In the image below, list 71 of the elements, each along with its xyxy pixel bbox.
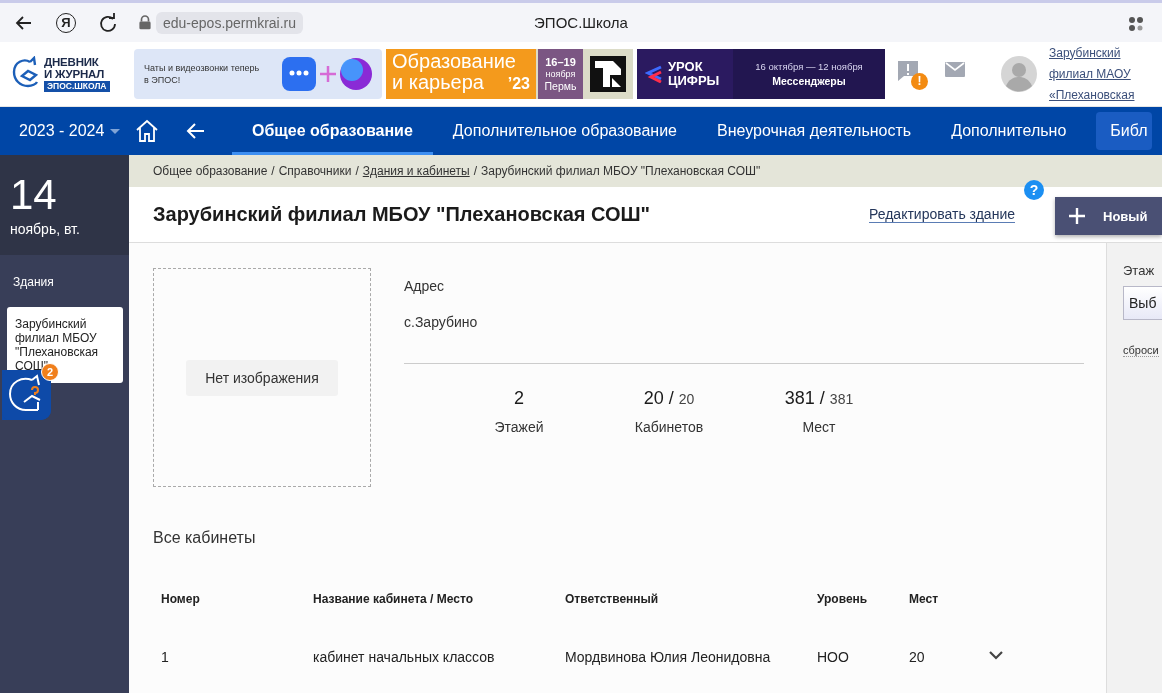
date-label: ноябрь, вт.: [10, 221, 81, 237]
address-label: Адрес: [404, 278, 446, 294]
chevron-down-icon[interactable]: [989, 651, 1003, 660]
library-button[interactable]: Библ: [1096, 112, 1152, 150]
breadcrumb-separator: /: [473, 164, 477, 178]
column-header: Уровень: [816, 592, 869, 606]
banner-topic: Мессенджеры: [772, 75, 846, 87]
edit-building-link[interactable]: Редактировать здание: [869, 206, 1015, 223]
stat-label: Мест: [802, 419, 836, 435]
banner-city: Пермь: [544, 80, 577, 92]
sidebar-heading: Здания: [13, 275, 55, 289]
column-header: Ответственный: [564, 592, 660, 606]
breadcrumb-item: Общее образование: [153, 164, 268, 178]
section-heading: Все кабинеты: [153, 529, 257, 547]
reload-icon[interactable]: [98, 12, 118, 33]
page-heading: Зарубинский филиал МБОУ "Плехановская СОШ": [153, 203, 652, 226]
notification-badge: !: [911, 73, 928, 90]
address-value: с.Зарубино: [404, 314, 479, 330]
banner-title: и карьера: [392, 72, 484, 93]
helper-button[interactable]: [2, 370, 51, 420]
no-image-label: Нет изображения: [186, 359, 338, 396]
breadcrumb-separator: /: [355, 164, 359, 178]
chevron-logo-icon: [645, 65, 663, 83]
banner-title: УРОК: [668, 60, 704, 74]
column-header: Мест: [908, 592, 940, 606]
date-day: 14: [10, 173, 129, 217]
breadcrumb-item: Справочники: [278, 164, 352, 178]
stat-label: Кабинетов: [634, 419, 704, 435]
logo-text: ДНЕВНИК: [44, 56, 100, 68]
home-icon[interactable]: [134, 118, 160, 144]
banner-dates: 16–19: [545, 56, 576, 68]
banner-month: ноября: [545, 68, 576, 80]
plus-icon: [1069, 208, 1085, 224]
back-icon[interactable]: [186, 122, 206, 140]
stat-value: 20 / 20: [643, 388, 695, 409]
logo-badge: ЭПОС.ШКОЛА: [44, 81, 110, 92]
column-header: Номер: [160, 592, 201, 606]
table-cell-text: кабинет начальных классов: [312, 649, 496, 665]
banner-text: Чаты и видеозвонки теперь в ЭПОС!: [144, 62, 261, 86]
table-cell-text: Мордвинова Юлия Леонидовна: [564, 649, 772, 665]
new-room-button[interactable]: Новый: [1055, 197, 1162, 235]
stat-label: Этажей: [494, 419, 544, 435]
digital-lesson-banner[interactable]: УРОК ЦИФРЫ 16 октября — 12 ноября Мессенджеры: [637, 49, 885, 99]
stat-value: 2: [514, 388, 524, 409]
table-cell-text: 20: [908, 649, 926, 665]
filter-label: Этаж: [1123, 263, 1156, 278]
table-cell-text: НОО: [816, 649, 850, 665]
banner-title: ЦИФРЫ: [668, 74, 720, 88]
nav-tab[interactable]: Дополнительное образование: [432, 110, 697, 155]
chat-banner[interactable]: Чаты и видеозвонки теперь в ЭПОС!: [134, 49, 382, 99]
career-banner[interactable]: Образование и карьера ’23 16–19 ноября Пермь: [386, 49, 633, 99]
logo-text: И ЖУРНАЛ: [44, 68, 106, 80]
breadcrumb-separator: /: [271, 164, 275, 178]
user-link[interactable]: Зарубинский филиал МАОУ «Плехановская: [1049, 42, 1141, 106]
year-dropdown[interactable]: 2023 - 2024: [0, 107, 126, 155]
banner-dates: 16 октября — 12 ноября: [755, 61, 863, 72]
address-field[interactable]: edu-epos.permkrai.ru: [156, 11, 304, 34]
logo-icon: [590, 56, 626, 92]
table-cell-text: 1: [160, 649, 170, 665]
breadcrumb-item: Зарубинский филиал МБОУ "Плехановская СОШ": [481, 164, 761, 178]
reset-link[interactable]: сброси: [1123, 344, 1159, 357]
nav-tab[interactable]: Дополнительно: [931, 110, 1087, 155]
column-header: Название кабинета / Место: [312, 592, 474, 606]
page-title: ЭПОС.Школа: [534, 14, 628, 31]
nav-tab[interactable]: Внеурочная деятельность: [696, 110, 932, 155]
apps-icon[interactable]: [1128, 16, 1144, 32]
banner-title: Образование: [392, 50, 516, 72]
banner-year: ’23: [507, 74, 530, 94]
stat-value: 381 / 381: [784, 388, 854, 409]
floor-select[interactable]: Выб: [1123, 286, 1162, 320]
breadcrumb-link[interactable]: Здания и кабинеты: [362, 164, 470, 178]
